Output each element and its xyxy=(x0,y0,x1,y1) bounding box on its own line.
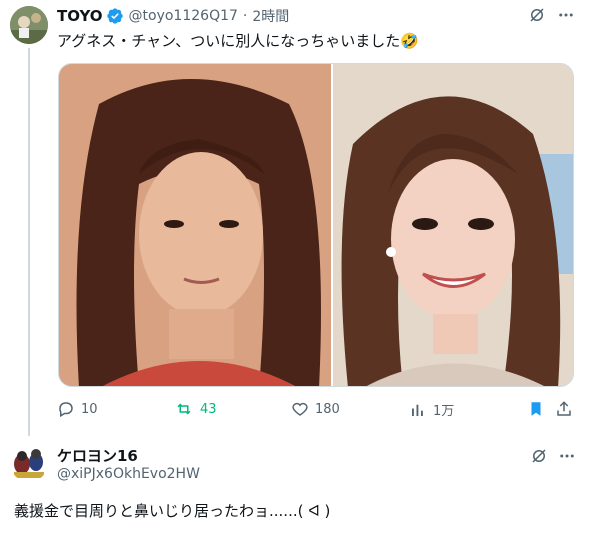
author-avatar[interactable] xyxy=(10,6,48,44)
author-handle[interactable]: @toyo1126Q17 xyxy=(129,8,238,24)
share-icon xyxy=(557,401,571,416)
thread-connector-line xyxy=(28,48,30,436)
retweet-count: 43 xyxy=(200,401,217,417)
bookmark-button[interactable] xyxy=(527,400,551,418)
like-count: 180 xyxy=(315,401,340,417)
reply-header: ケロヨン16 xyxy=(57,445,138,465)
reply-more-icon[interactable] xyxy=(557,446,577,466)
more-icon[interactable] xyxy=(556,5,576,25)
share-button[interactable] xyxy=(555,400,579,418)
views-count: 1万 xyxy=(433,404,455,419)
tweet-actions: 10 43 180 1万 xyxy=(57,400,577,422)
reply-author-name[interactable]: ケロヨン16 xyxy=(57,445,138,466)
author-name[interactable]: TOYO xyxy=(57,7,103,25)
reply-grok-icon[interactable] xyxy=(529,446,549,466)
views-icon xyxy=(412,404,423,416)
media-photo-right[interactable] xyxy=(331,64,573,386)
retweet-icon xyxy=(177,403,191,415)
reply-author-handle[interactable]: @xiPJx6OkhEvo2HW xyxy=(57,466,200,482)
reply-button[interactable]: 10 xyxy=(57,400,98,418)
grok-icon[interactable] xyxy=(527,5,547,25)
retweet-button[interactable]: 43 xyxy=(174,400,217,418)
reply-author-avatar[interactable] xyxy=(10,444,48,482)
like-icon xyxy=(292,402,308,416)
header-separator: · xyxy=(242,8,248,24)
tweet-text: アグネス・チャン、ついに別人になっちゃいました🤣 xyxy=(57,32,419,50)
reply-icon xyxy=(59,402,73,418)
verified-icon xyxy=(106,7,124,25)
tweet-media[interactable] xyxy=(58,63,574,387)
like-button[interactable]: 180 xyxy=(291,400,340,418)
views-button[interactable]: 1万 xyxy=(409,400,454,419)
reply-count: 10 xyxy=(81,401,98,417)
media-photo-left[interactable] xyxy=(59,64,331,386)
bookmark-icon xyxy=(531,402,541,416)
tweet-timestamp[interactable]: 2時間 xyxy=(252,6,289,26)
tweet-header: TOYO @toyo1126Q17 · 2時間 xyxy=(57,6,289,26)
reply-text: 義援金で目周りと鼻いじり居ったわョ......( ᐊ ) xyxy=(14,502,331,520)
